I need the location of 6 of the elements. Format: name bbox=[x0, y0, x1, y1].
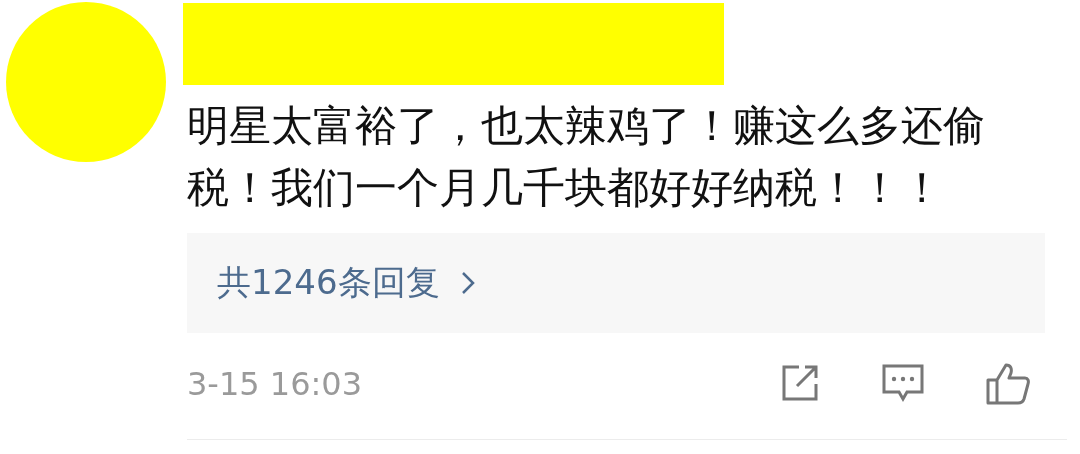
comment-text: 明星太富裕了，也太辣鸡了！赚这么多还偷税！我们一个月几千块都好好纳税！！！ bbox=[187, 100, 986, 214]
chevron-icon bbox=[459, 270, 476, 296]
thumbs-up-icon[interactable] bbox=[985, 362, 1031, 406]
comment-icon[interactable] bbox=[881, 362, 925, 404]
timestamp: 3-15 16:03 bbox=[187, 365, 362, 403]
replies-link[interactable]: 共1246条回复 bbox=[217, 260, 476, 306]
